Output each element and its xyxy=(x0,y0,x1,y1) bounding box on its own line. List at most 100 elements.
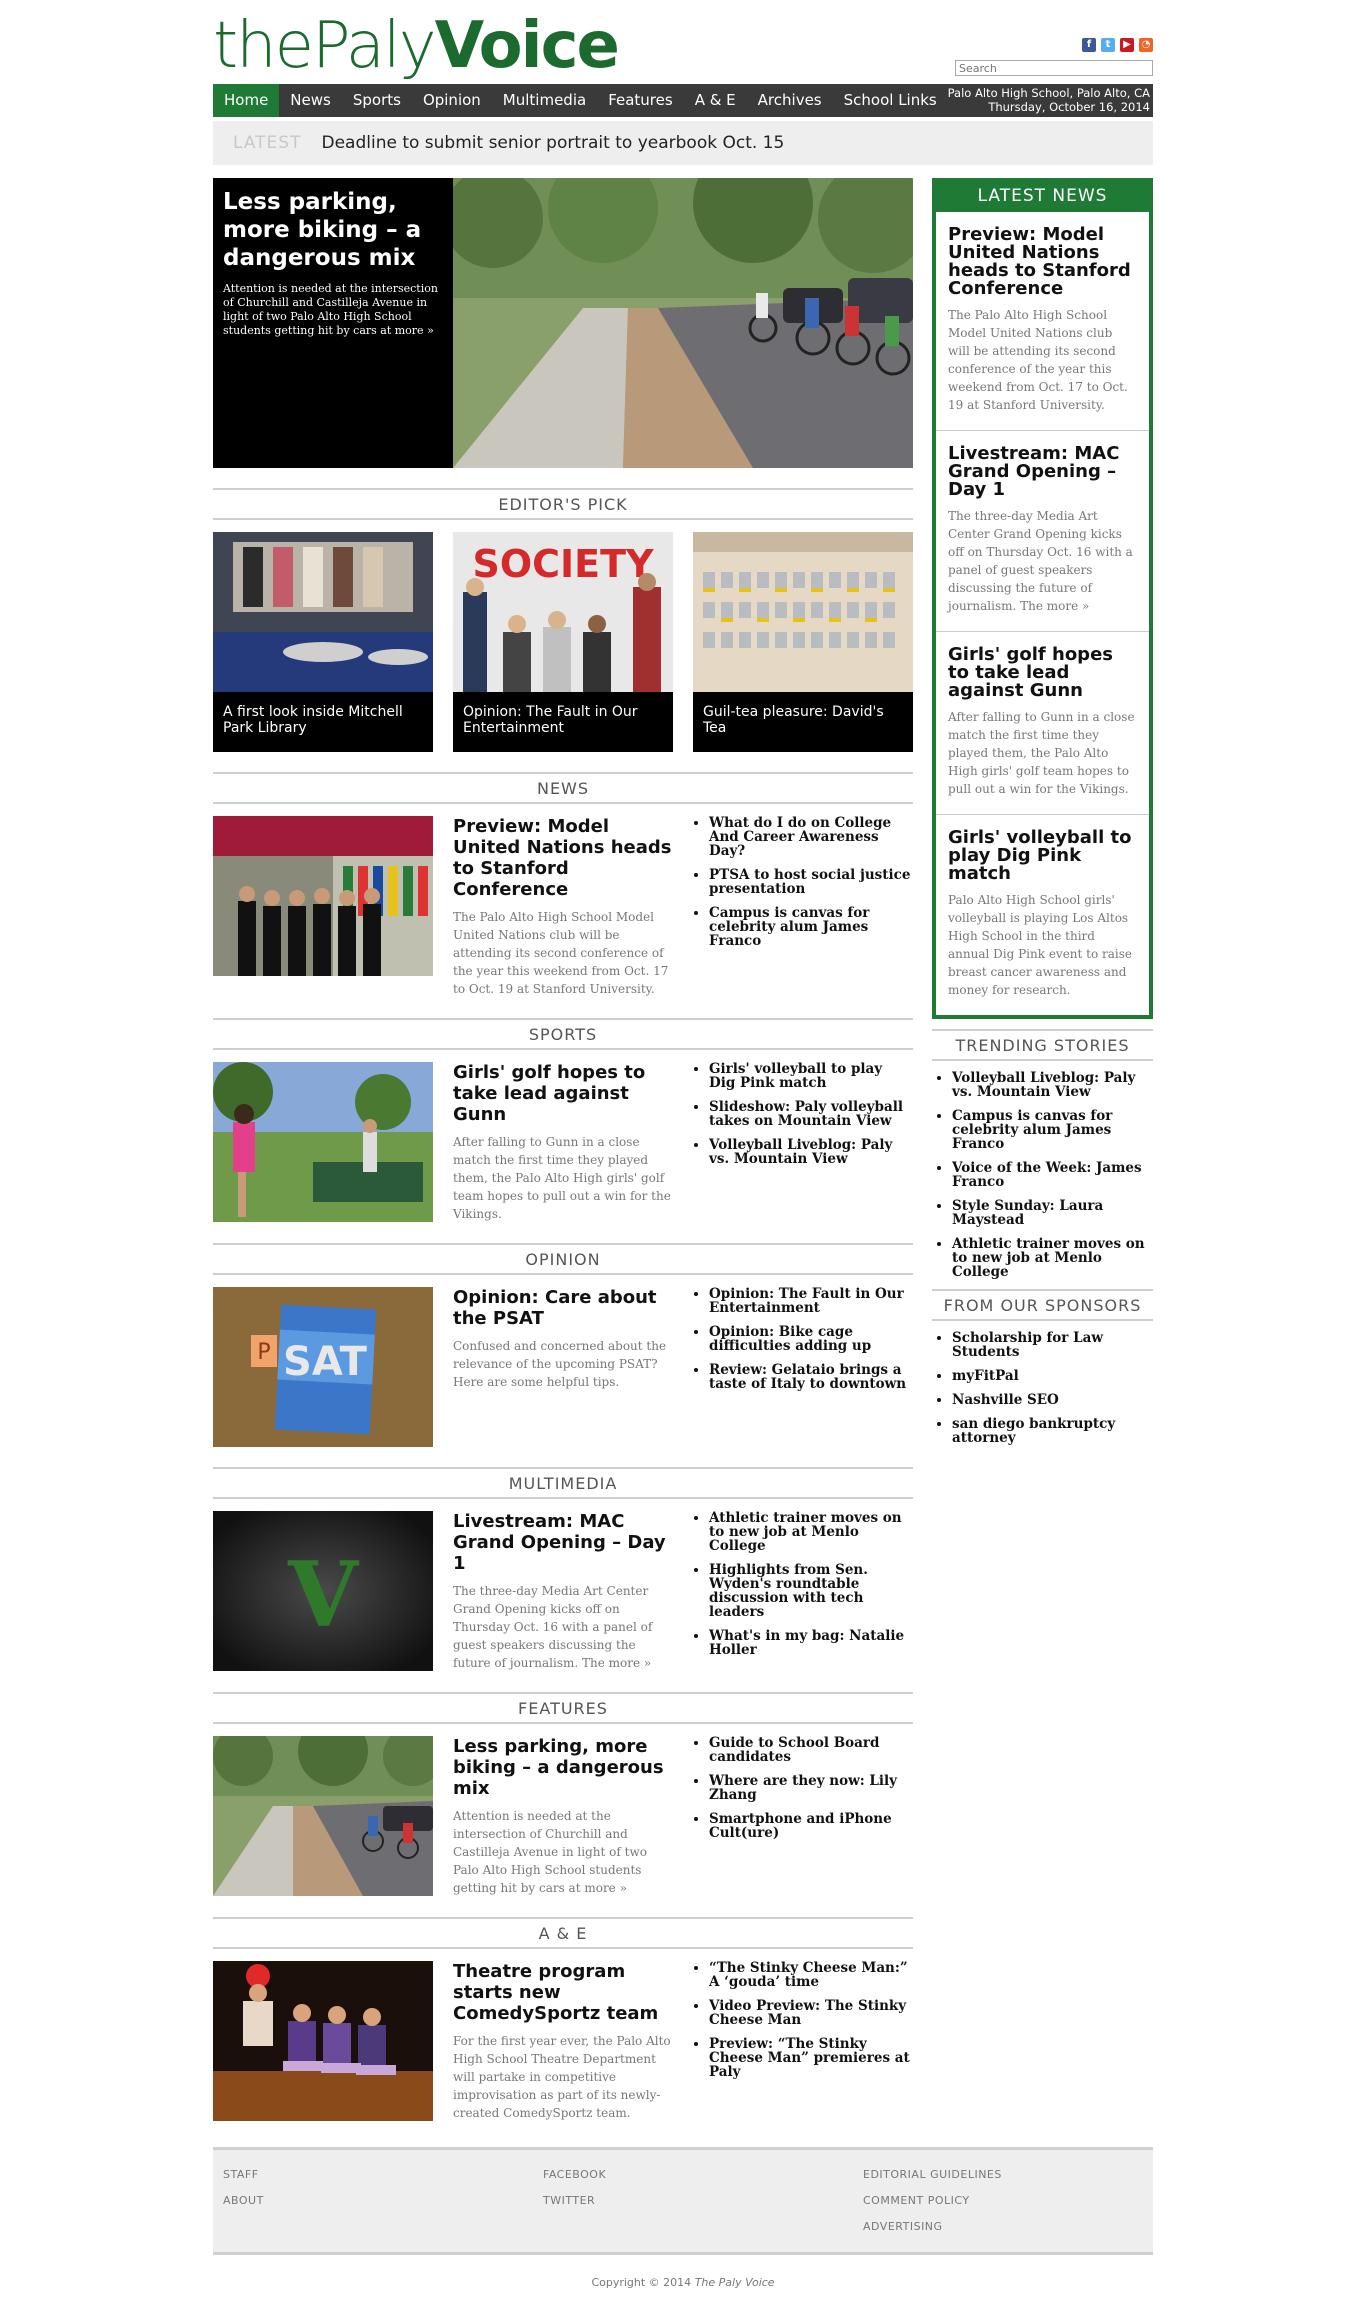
multimedia-lead-title[interactable]: Livestream: MAC Grand Opening – Day 1 xyxy=(453,1511,673,1574)
latest-news-summary: After falling to Gunn in a close match t… xyxy=(948,710,1135,796)
list-item[interactable]: Guide to School Board candidates xyxy=(709,1736,913,1764)
list-item[interactable]: san diego bankruptcy attorney xyxy=(952,1417,1153,1445)
list-item[interactable]: Opinion: Bike cage difficulties adding u… xyxy=(709,1325,913,1353)
multimedia-image[interactable]: V xyxy=(213,1511,433,1671)
list-item[interactable]: Volleyball Liveblog: Paly vs. Mountain V… xyxy=(952,1071,1153,1099)
ae-image[interactable] xyxy=(213,1961,433,2121)
opinion-section-heading[interactable]: OPINION xyxy=(213,1243,913,1275)
footer-link-comment-policy[interactable]: COMMENT POLICY xyxy=(863,2194,1002,2207)
list-item[interactable]: Girls' volleyball to play Dig Pink match xyxy=(709,1062,913,1090)
editors-pick-card[interactable]: A first look inside Mitchell Park Librar… xyxy=(213,532,433,752)
ae-links: “The Stinky Cheese Man:” A ‘gouda’ time … xyxy=(693,1961,913,2122)
list-item[interactable]: Campus is canvas for celebrity alum Jame… xyxy=(709,906,913,948)
multimedia-links: Athletic trainer moves on to new job at … xyxy=(693,1511,913,1672)
list-item[interactable]: Highlights from Sen. Wyden's roundtable … xyxy=(709,1563,913,1619)
list-item[interactable]: What do I do on College And Career Aware… xyxy=(709,816,913,858)
twitter-icon[interactable]: t xyxy=(1101,38,1115,52)
ae-section-heading[interactable]: A & E xyxy=(213,1917,913,1949)
opinion-lead-title[interactable]: Opinion: Care about the PSAT xyxy=(453,1287,673,1329)
editors-pick-caption[interactable]: Guil-tea pleasure: David's Tea xyxy=(693,692,913,752)
list-item[interactable]: Voice of the Week: James Franco xyxy=(952,1161,1153,1189)
list-item[interactable]: Smartphone and iPhone Cult(ure) xyxy=(709,1812,913,1840)
copyright: Copyright © 2014 The Paly Voice xyxy=(213,2276,1153,2289)
nav-sports[interactable]: Sports xyxy=(342,84,412,117)
editors-pick-card[interactable]: SOCIETY Opinion: The Fault in Our Entert… xyxy=(453,532,673,752)
features-section-heading[interactable]: FEATURES xyxy=(213,1692,913,1724)
editors-pick-caption[interactable]: Opinion: The Fault in Our Entertainment xyxy=(453,692,673,752)
multimedia-section-heading[interactable]: MULTIMEDIA xyxy=(213,1467,913,1499)
list-item[interactable]: Style Sunday: Laura Maystead xyxy=(952,1199,1153,1227)
footer-col-3: EDITORIAL GUIDELINES COMMENT POLICY ADVE… xyxy=(863,2168,1002,2246)
footer-link-staff[interactable]: STAFF xyxy=(223,2168,264,2181)
nav-ae[interactable]: A & E xyxy=(684,84,747,117)
editors-pick-card[interactable]: Guil-tea pleasure: David's Tea xyxy=(693,532,913,752)
news-section-heading[interactable]: NEWS xyxy=(213,772,913,804)
nav-archives[interactable]: Archives xyxy=(747,84,833,117)
list-item[interactable]: PTSA to host social justice presentation xyxy=(709,868,913,896)
opinion-image[interactable]: SAT P xyxy=(213,1287,433,1447)
list-item[interactable]: Athletic trainer moves on to new job at … xyxy=(952,1237,1153,1279)
latest-news-spacer xyxy=(936,999,1149,1015)
list-item[interactable]: Where are they now: Lily Zhang xyxy=(709,1774,913,1802)
sports-image[interactable] xyxy=(213,1062,433,1222)
features-lead-title[interactable]: Less parking, more biking – a dangerous … xyxy=(453,1736,673,1799)
footer-col-2: FACEBOOK TWITTER xyxy=(543,2168,606,2220)
hero-title[interactable]: Less parking, more biking – a dangerous … xyxy=(223,188,443,272)
footer-col-1: STAFF ABOUT xyxy=(223,2168,264,2220)
latest-news-title[interactable]: Livestream: MAC Grand Opening – Day 1 xyxy=(948,445,1137,499)
list-item[interactable]: “The Stinky Cheese Man:” A ‘gouda’ time xyxy=(709,1961,913,1989)
ticker-link[interactable]: Deadline to submit senior portrait to ye… xyxy=(321,133,784,153)
date-text: Thursday, October 16, 2014 xyxy=(988,100,1150,114)
news-lead-title[interactable]: Preview: Model United Nations heads to S… xyxy=(453,816,673,900)
list-item[interactable]: myFitPal xyxy=(952,1369,1153,1383)
search-input[interactable] xyxy=(955,60,1153,76)
footer-link-twitter[interactable]: TWITTER xyxy=(543,2194,606,2207)
site-logo[interactable]: thePalyVoice xyxy=(213,14,620,78)
rss-icon[interactable]: ◔ xyxy=(1139,38,1153,52)
list-item[interactable]: Video Preview: The Stinky Cheese Man xyxy=(709,1999,913,2027)
ae-lead-title[interactable]: Theatre program starts new ComedySportz … xyxy=(453,1961,673,2024)
nav-school-links[interactable]: School Links xyxy=(833,84,948,117)
footer-link-facebook[interactable]: FACEBOOK xyxy=(543,2168,606,2181)
hero-image[interactable] xyxy=(453,178,913,468)
main-column: Less parking, more biking – a dangerous … xyxy=(213,178,913,2122)
sports-section-heading[interactable]: SPORTS xyxy=(213,1018,913,1050)
latest-news-title[interactable]: Girls' golf hopes to take lead against G… xyxy=(948,646,1137,700)
list-item[interactable]: What's in my bag: Natalie Holler xyxy=(709,1629,913,1657)
footer-link-about[interactable]: ABOUT xyxy=(223,2194,264,2207)
list-item[interactable]: Campus is canvas for celebrity alum Jame… xyxy=(952,1109,1153,1151)
nav-multimedia[interactable]: Multimedia xyxy=(492,84,597,117)
news-section: Preview: Model United Nations heads to S… xyxy=(213,816,913,998)
nav-features[interactable]: Features xyxy=(597,84,684,117)
nav-news[interactable]: News xyxy=(279,84,342,117)
list-item[interactable]: Scholarship for Law Students xyxy=(952,1331,1153,1359)
library-image xyxy=(213,532,433,692)
editors-pick-caption[interactable]: A first look inside Mitchell Park Librar… xyxy=(213,692,433,752)
list-item[interactable]: Nashville SEO xyxy=(952,1393,1153,1407)
list-item[interactable]: Review: Gelataio brings a taste of Italy… xyxy=(709,1363,913,1391)
sports-links: Girls' volleyball to play Dig Pink match… xyxy=(693,1062,913,1223)
youtube-icon[interactable]: ▶ xyxy=(1120,38,1134,52)
footer-link-advertising[interactable]: ADVERTISING xyxy=(863,2220,1002,2233)
footer-link-editorial-guidelines[interactable]: EDITORIAL GUIDELINES xyxy=(863,2168,1002,2181)
trending-list: Volleyball Liveblog: Paly vs. Mountain V… xyxy=(932,1071,1153,1279)
list-item[interactable]: Athletic trainer moves on to new job at … xyxy=(709,1511,913,1553)
news-image[interactable] xyxy=(213,816,433,976)
sports-lead-summary: After falling to Gunn in a close match t… xyxy=(453,1135,671,1221)
facebook-icon[interactable]: f xyxy=(1082,38,1096,52)
list-item[interactable]: Preview: “The Stinky Cheese Man” premier… xyxy=(709,2037,913,2079)
editors-pick-grid: A first look inside Mitchell Park Librar… xyxy=(213,532,913,752)
list-item[interactable]: Volleyball Liveblog: Paly vs. Mountain V… xyxy=(709,1138,913,1166)
latest-news-item: Girls' golf hopes to take lead against G… xyxy=(936,631,1149,798)
nav-home[interactable]: Home xyxy=(213,84,280,117)
hero-story[interactable]: Less parking, more biking – a dangerous … xyxy=(213,178,913,468)
sports-lead-title[interactable]: Girls' golf hopes to take lead against G… xyxy=(453,1062,673,1125)
latest-news-title[interactable]: Girls' volleyball to play Dig Pink match xyxy=(948,829,1137,883)
list-item[interactable]: Slideshow: Paly volleyball takes on Moun… xyxy=(709,1100,913,1128)
features-image[interactable] xyxy=(213,1736,433,1896)
nav-opinion[interactable]: Opinion xyxy=(412,84,492,117)
list-item[interactable]: Opinion: The Fault in Our Entertainment xyxy=(709,1287,913,1315)
latest-news-title[interactable]: Preview: Model United Nations heads to S… xyxy=(948,226,1137,298)
latest-news-summary: The Palo Alto High School Model United N… xyxy=(948,308,1128,412)
nav-location-date: Palo Alto High School, Palo Alto, CA Thu… xyxy=(948,86,1150,114)
